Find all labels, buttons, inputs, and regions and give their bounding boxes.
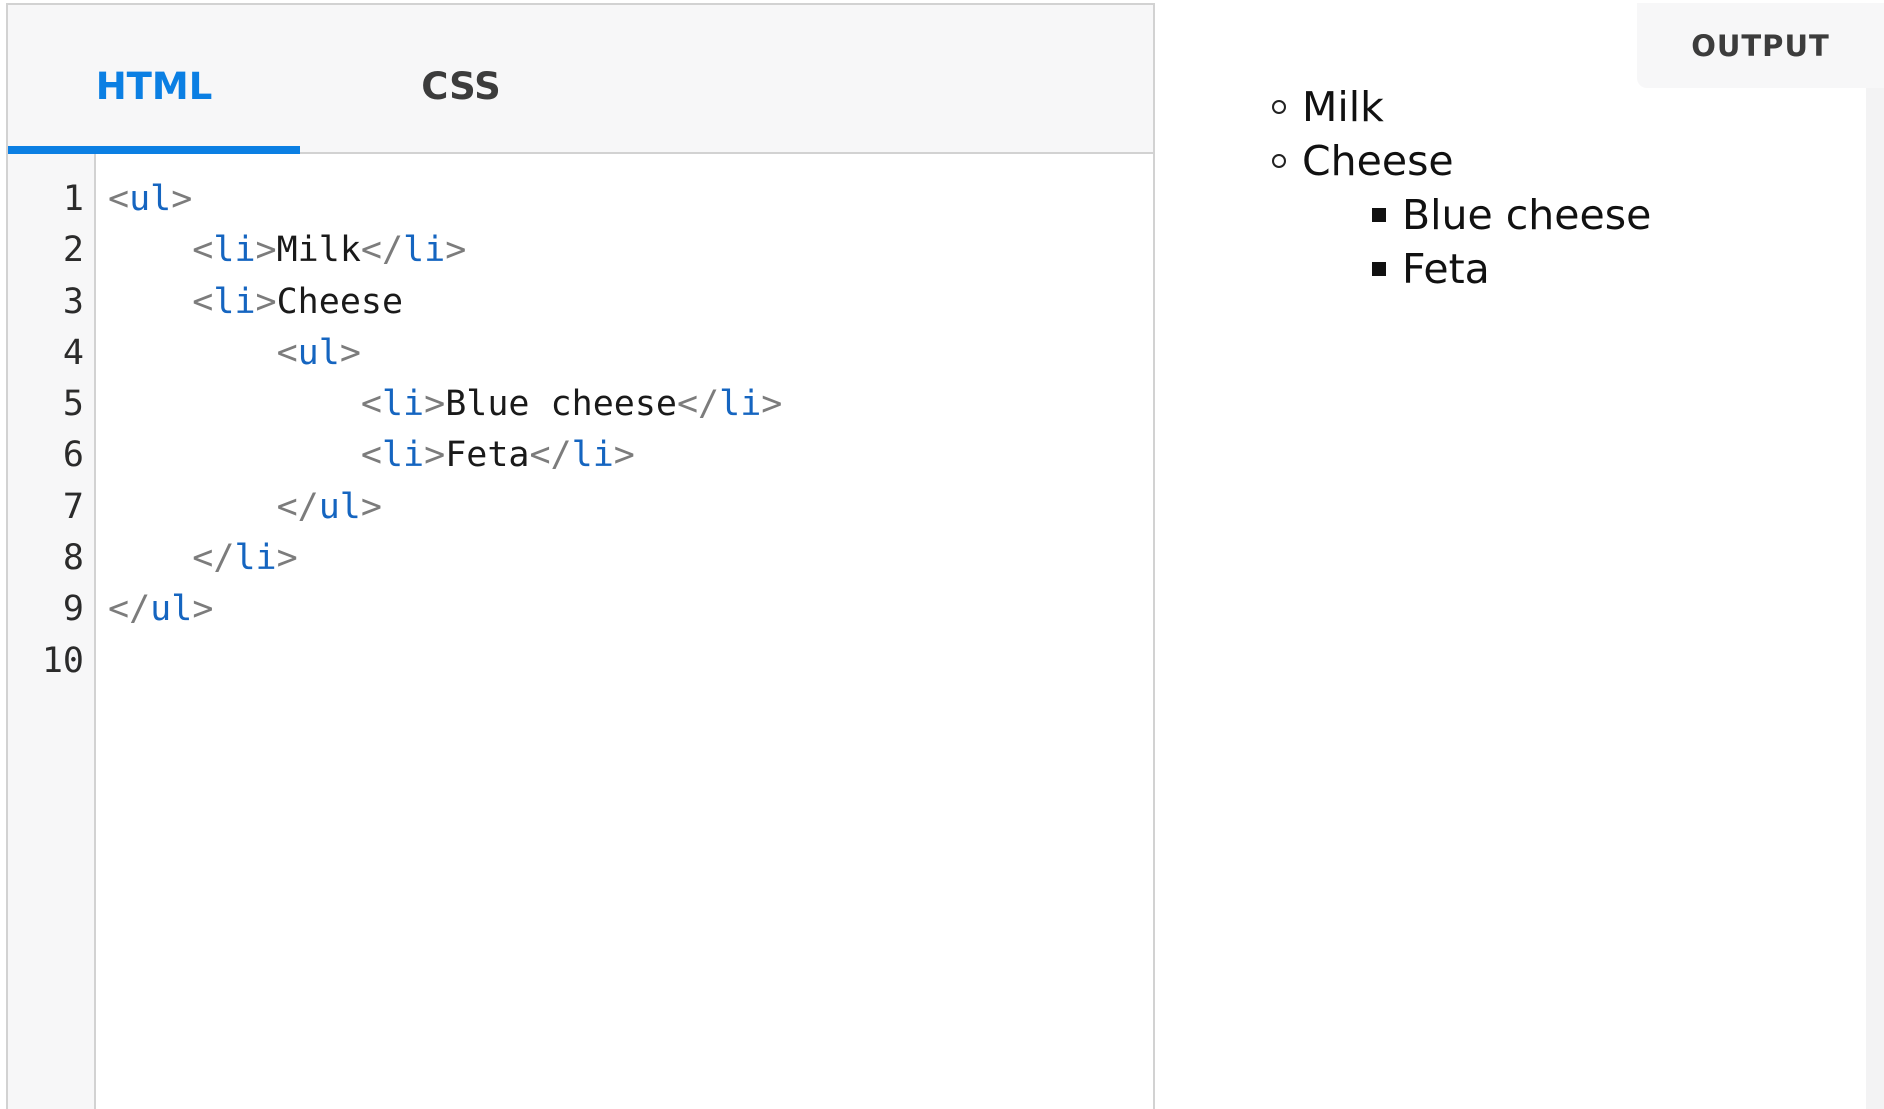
output-label: OUTPUT [1637, 3, 1884, 88]
code-line: </ul> [108, 482, 1153, 533]
tab-html[interactable]: HTML [8, 5, 300, 154]
code-line: <li>Blue cheese</li> [108, 379, 1153, 430]
line-number: 1 [62, 179, 84, 219]
square-bullet-icon [1372, 208, 1386, 222]
code-punctuation: < [276, 332, 298, 373]
output-scrollbar[interactable] [1866, 88, 1884, 1109]
code-tag-name: li [213, 281, 256, 322]
line-number: 9 [62, 589, 84, 630]
code-punctuation: </ [529, 435, 572, 476]
code-text: Milk [276, 230, 361, 271]
code-line: </li> [108, 533, 1153, 584]
code-tag-name: ul [318, 486, 361, 527]
code-punctuation: > [360, 486, 382, 527]
code-tag-name: li [213, 230, 256, 271]
tab-css-label: CSS [421, 65, 501, 108]
line-number: 4 [62, 332, 84, 373]
rendered-output: Milk Cheese Blue cheese Feta [1155, 3, 1884, 1109]
code-tag-name: ul [150, 589, 193, 630]
code-editor[interactable]: <ul> <li>Milk</li> <li>Cheese <ul> <li>B… [108, 174, 1153, 1109]
code-punctuation: </ [276, 486, 319, 527]
code-punctuation: > [424, 384, 446, 425]
code-tag-name: li [403, 230, 446, 271]
output-list-item: Feta [1402, 245, 1490, 293]
code-punctuation: < [108, 179, 130, 219]
code-tag-name: li [234, 538, 277, 579]
square-bullet-icon [1372, 262, 1386, 276]
code-line: <ul> [108, 328, 1153, 379]
code-punctuation: > [171, 179, 193, 219]
code-tag-name: ul [297, 332, 340, 373]
tab-css[interactable]: CSS [300, 5, 622, 152]
editor-pane: HTML CSS 1 2 3 4 5 6 7 8 9 10 <ul> <li>Milk</li> … [6, 3, 1155, 1109]
code-line: </ul> [108, 584, 1153, 635]
tab-bar: HTML CSS [8, 5, 1153, 154]
code-punctuation: < [192, 230, 214, 271]
line-numbers: 1 2 3 4 5 6 7 8 9 10 [42, 174, 84, 687]
code-tag-name: li [381, 435, 425, 476]
code-line: <ul> [108, 174, 1153, 225]
code-punctuation: </ [676, 384, 720, 425]
line-number: 7 [62, 486, 84, 527]
code-punctuation: </ [192, 538, 235, 579]
circle-bullet-icon [1272, 154, 1286, 168]
code-punctuation: > [255, 281, 277, 322]
code-punctuation: > [255, 230, 277, 271]
line-number: 8 [62, 538, 84, 579]
code-text: Blue cheese [445, 384, 677, 425]
code-punctuation: </ [360, 230, 404, 271]
code-text: Feta [445, 435, 530, 476]
code-line: <li>Milk</li> [108, 225, 1153, 276]
line-number: 5 [62, 384, 84, 425]
code-punctuation: > [445, 230, 467, 271]
tab-html-label: HTML [95, 65, 213, 108]
code-punctuation: < [360, 435, 382, 476]
code-punctuation: < [192, 281, 214, 322]
line-number: 3 [62, 281, 84, 322]
code-line: <li>Feta</li> [108, 430, 1153, 481]
code-punctuation: > [192, 589, 214, 630]
line-number-gutter: 1 2 3 4 5 6 7 8 9 10 [8, 154, 96, 1109]
code-tag-name: li [571, 435, 614, 476]
code-punctuation: > [613, 435, 635, 476]
code-tag-name: li [719, 384, 762, 425]
code-tag-name: ul [129, 179, 172, 219]
code-punctuation: > [424, 435, 446, 476]
code-punctuation: < [360, 384, 382, 425]
active-tab-indicator [8, 146, 300, 154]
code-line: <li>Cheese [108, 277, 1153, 328]
playground: HTML CSS 1 2 3 4 5 6 7 8 9 10 <ul> <li>Milk</li> … [0, 0, 1884, 1109]
code-text: Cheese [276, 281, 404, 322]
line-number: 2 [62, 230, 84, 271]
code-punctuation: > [339, 332, 361, 373]
code-punctuation: > [276, 538, 298, 579]
code-tag-name: li [381, 384, 425, 425]
line-number: 6 [62, 435, 84, 476]
output-pane: Milk Cheese Blue cheese Feta OUTPUT [1155, 3, 1884, 1109]
circle-bullet-icon [1272, 100, 1286, 114]
code-punctuation: > [761, 384, 783, 425]
code-punctuation: </ [108, 589, 151, 630]
line-number: 10 [41, 640, 84, 681]
